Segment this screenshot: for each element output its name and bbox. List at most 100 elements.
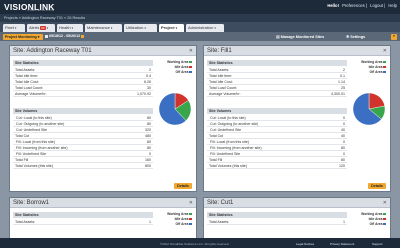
stat-label: Total Idle Cost: [15, 80, 39, 84]
stat-value: 1.14 [338, 80, 345, 84]
calendar-icon [45, 34, 48, 38]
date-range-picker[interactable]: 05/18/12 - 05/20/12 [45, 34, 85, 38]
manage-sites-button[interactable]: ▤Manage Monitored Sites [276, 34, 324, 39]
volume-label: Fill: Local (from this site) [210, 140, 249, 144]
help-link[interactable]: Help [388, 3, 397, 8]
volume-label: Cut: Outgoing (to another site) [16, 122, 65, 126]
volumes-section-header: Site Volumes [13, 108, 153, 114]
gear-icon: ✱ [346, 35, 350, 40]
apply-date-icon[interactable] [81, 34, 85, 38]
alert-count-badge: 99 [40, 26, 46, 31]
chevron-down-icon: ▾ [144, 26, 146, 31]
tab-maintenance[interactable]: Maintenance▾ [85, 23, 122, 32]
close-icon[interactable]: ✕ [383, 200, 387, 206]
collapse-toggle-icon[interactable]: ▾ [391, 33, 397, 40]
stat-label: Total Idle time: [15, 74, 39, 78]
volume-value: 800 [145, 164, 151, 168]
close-icon[interactable]: ✕ [189, 48, 193, 54]
close-icon[interactable]: ✕ [189, 200, 193, 206]
details-button[interactable]: Details [368, 183, 386, 189]
greeting: Hello [327, 3, 338, 8]
details-button[interactable]: Details [174, 183, 192, 189]
support-link[interactable]: Support [372, 242, 383, 246]
project-toolbar: Project Monitoring ▾ 05/18/12 - 05/20/12… [0, 32, 400, 41]
tab-label: Maintenance [87, 25, 110, 31]
chevron-down-icon: ▾ [14, 26, 17, 31]
utilization-pie [158, 92, 192, 126]
area-legend: Working Area Idle Area Off Area [167, 212, 192, 227]
tab-administration[interactable]: Administration▾ [186, 23, 224, 32]
chevron-down-icon: ▾ [214, 26, 216, 31]
site-card-header: Site: Borrow1 ✕ [10, 198, 196, 208]
tab-fleet[interactable]: Fleet▾ [3, 23, 25, 32]
tab-label: Utilization [126, 25, 144, 31]
stat-value: 1 [149, 220, 151, 224]
area-legend: Working Area Idle Area Off Area [167, 60, 192, 75]
stat-value: 1 [343, 220, 345, 224]
tab-label: Health [59, 25, 71, 31]
volume-label: Fill: Undefined Site [210, 152, 241, 156]
volume-label: Fill: Undefined Site [16, 152, 47, 156]
close-icon[interactable]: ✕ [383, 48, 387, 54]
stat-label: Total Assets: [209, 68, 230, 72]
list-icon: ▤ [276, 35, 280, 40]
legend-swatch [383, 60, 386, 64]
volume-label: Fill: Local (from this site) [16, 140, 55, 144]
stat-label: Total Assets: [15, 220, 36, 224]
legend-off: Off Area [167, 222, 192, 227]
chevron-down-icon: ▾ [110, 26, 113, 31]
volume-label: Total Volumes (this site) [209, 164, 247, 168]
volume-value: 0 [343, 140, 345, 144]
volume-value: 80 [341, 158, 345, 162]
tab-project[interactable]: Project▾ [159, 23, 184, 32]
site-card-header: Site: Cut1 ✕ [204, 198, 390, 208]
button-label: Manage Monitored Sites [280, 35, 325, 40]
site-title: Site: Fill1 [207, 47, 232, 54]
volume-value: 80 [147, 116, 151, 120]
stat-label: Total Idle time: [209, 74, 233, 78]
logout-link[interactable]: Logout [370, 3, 383, 8]
volume-label: Total Cut [15, 134, 30, 138]
volume-value: 80 [147, 140, 151, 144]
page-footer: ©2012 VirtualSite Solutions LLC. All rig… [0, 238, 400, 248]
privacy-statement-link[interactable]: Privacy Statement [330, 242, 354, 246]
settings-button[interactable]: ✱Settings [346, 34, 365, 39]
volume-value: 0 [343, 116, 345, 120]
stat-value: 0.4 [146, 74, 151, 78]
stat-value: 30 [147, 86, 151, 90]
preferences-link[interactable]: Preferences [342, 3, 365, 8]
tab-label: Alerts [29, 25, 40, 31]
stat-label: Total Load Count: [209, 86, 238, 90]
stat-value: 2 [149, 68, 151, 72]
site-cards-area: Site: Addington Raceway T01 ✕ Site Statis… [0, 41, 400, 239]
site-card: Site: Fill1 ✕ Site Statistics Total Asset… [203, 45, 391, 192]
stat-label: Total Load Count: [15, 86, 44, 90]
legend-swatch [189, 60, 192, 64]
stat-label: Total Assets: [15, 68, 36, 72]
stat-label: Total Assets: [209, 220, 230, 224]
volume-label: Cut: Undefined Site [16, 128, 48, 132]
stat-row: Total Assets: 1 [207, 219, 347, 225]
area-legend: Working Area Idle Area Off Area [361, 212, 386, 227]
stat-value: 25 [341, 86, 345, 90]
volume-value: 40 [341, 128, 345, 132]
volume-label: Cut: Local (to this site) [16, 116, 52, 120]
tab-health[interactable]: Health▾ [57, 23, 83, 32]
logo-subtitle: CONNECTED SOLUTIONS [27, 10, 55, 13]
volume-label: Cut: Local (to this site) [210, 116, 246, 120]
tab-label: Project [161, 25, 175, 31]
legal-notices-link[interactable]: Legal Notices [296, 242, 314, 246]
stat-value: 4,300.01 [331, 92, 345, 96]
volume-value: 0 [343, 152, 345, 156]
legend-swatch [383, 217, 386, 221]
project-monitoring-button[interactable]: Project Monitoring ▾ [3, 33, 43, 40]
tab-alerts[interactable]: Alerts 99 ▾ [27, 23, 55, 32]
legend-swatch [383, 222, 386, 226]
tab-utilization[interactable]: Utilization▾ [124, 23, 157, 32]
volume-label: Cut: Outgoing (to another site) [210, 122, 259, 126]
breadcrumb[interactable]: Projects » Addington Raceway T01 » 26 Re… [4, 16, 85, 20]
site-card-header: Site: Addington Raceway T01 ✕ [10, 46, 196, 56]
button-label: Settings [350, 35, 366, 40]
top-header: VISIONLINK CONNECTED SOLUTIONS Hello! Pr… [0, 0, 400, 14]
volume-value: 480 [145, 134, 151, 138]
